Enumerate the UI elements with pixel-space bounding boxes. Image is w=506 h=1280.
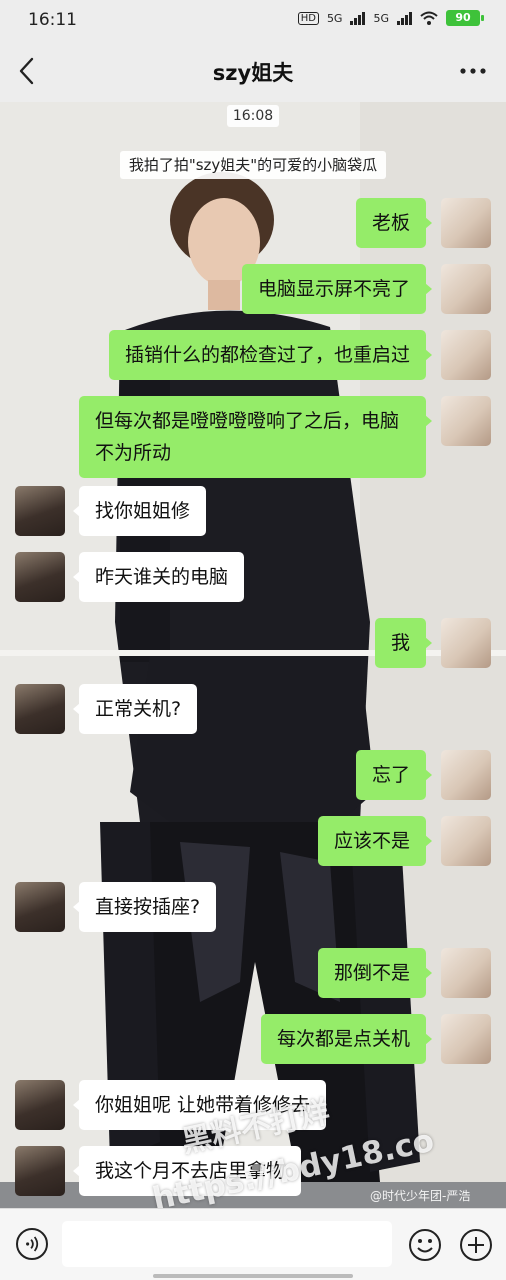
message-bubble[interactable]: 我 (374, 618, 433, 668)
message-bubble[interactable]: 插销什么的都检查过了，也重启过 (108, 330, 433, 380)
home-indicator[interactable] (153, 1274, 353, 1278)
my-avatar[interactable] (441, 618, 491, 668)
message-bubble[interactable]: 老板 (355, 198, 433, 248)
message-bubble[interactable]: 昨天谁关的电脑 (72, 552, 245, 602)
status-time: 16:11 (28, 10, 77, 30)
message-bubble[interactable]: 那倒不是 (317, 948, 433, 998)
contact-avatar[interactable] (15, 552, 65, 602)
chat-title: szy姐夫 (212, 61, 294, 85)
my-avatar[interactable] (441, 396, 491, 446)
message-bubble[interactable]: 每次都是点关机 (260, 1014, 433, 1064)
hd-badge: HD (297, 11, 319, 25)
nav-bar: szy姐夫 (0, 40, 506, 102)
signal-icon (350, 11, 366, 25)
message-bubble[interactable]: 正常关机? (72, 684, 198, 734)
my-avatar[interactable] (441, 198, 491, 248)
my-avatar[interactable] (441, 750, 491, 800)
more-icon[interactable] (458, 58, 488, 84)
contact-avatar[interactable] (15, 1146, 65, 1196)
my-avatar[interactable] (441, 948, 491, 998)
sim2-label: 5G (373, 11, 389, 25)
battery-indicator: 90 (446, 10, 484, 26)
photo-credit: @时代少年团-严浩 (370, 1189, 471, 1203)
message-bubble[interactable]: 电脑显示屏不亮了 (241, 264, 433, 314)
contact-avatar[interactable] (15, 684, 65, 734)
status-icons: HD 5G 5G 90 (297, 10, 484, 26)
chat-area[interactable]: 16:08 我拍了拍"szy姐夫"的可爱的小脑袋瓜 老板 电脑显示屏不亮了 插销… (0, 102, 506, 1208)
contact-avatar[interactable] (15, 1080, 65, 1130)
my-avatar[interactable] (441, 816, 491, 866)
system-message: 我拍了拍"szy姐夫"的可爱的小脑袋瓜 (0, 151, 506, 179)
message-bubble[interactable]: 我这个月不去店里拿物 (72, 1146, 302, 1196)
contact-avatar[interactable] (15, 882, 65, 932)
wifi-icon (420, 11, 438, 25)
plus-icon[interactable] (459, 1228, 493, 1262)
message-bubble[interactable]: 应该不是 (317, 816, 433, 866)
my-avatar[interactable] (441, 1014, 491, 1064)
sim1-label: 5G (326, 11, 343, 25)
voice-icon[interactable] (16, 1228, 48, 1260)
message-input[interactable] (62, 1221, 392, 1267)
message-bubble[interactable]: 但每次都是噔噔噔噔响了之后，电脑不为所动 (79, 396, 432, 478)
message-bubble[interactable]: 忘了 (355, 750, 433, 800)
input-bar (0, 1208, 506, 1280)
my-avatar[interactable] (441, 264, 491, 314)
message-bubble[interactable]: 找你姐姐修 (72, 486, 207, 536)
my-avatar[interactable] (441, 330, 491, 380)
signal-icon (397, 11, 412, 25)
chat-timestamp: 16:08 (0, 105, 506, 127)
message-bubble[interactable]: 直接按插座? (72, 882, 217, 932)
emoji-icon[interactable] (408, 1228, 442, 1262)
message-bubble[interactable]: 你姐姐呢 让她带着修修去 (72, 1080, 327, 1130)
contact-avatar[interactable] (15, 486, 65, 536)
status-bar: 16:11 HD 5G 5G 90 (0, 0, 506, 40)
